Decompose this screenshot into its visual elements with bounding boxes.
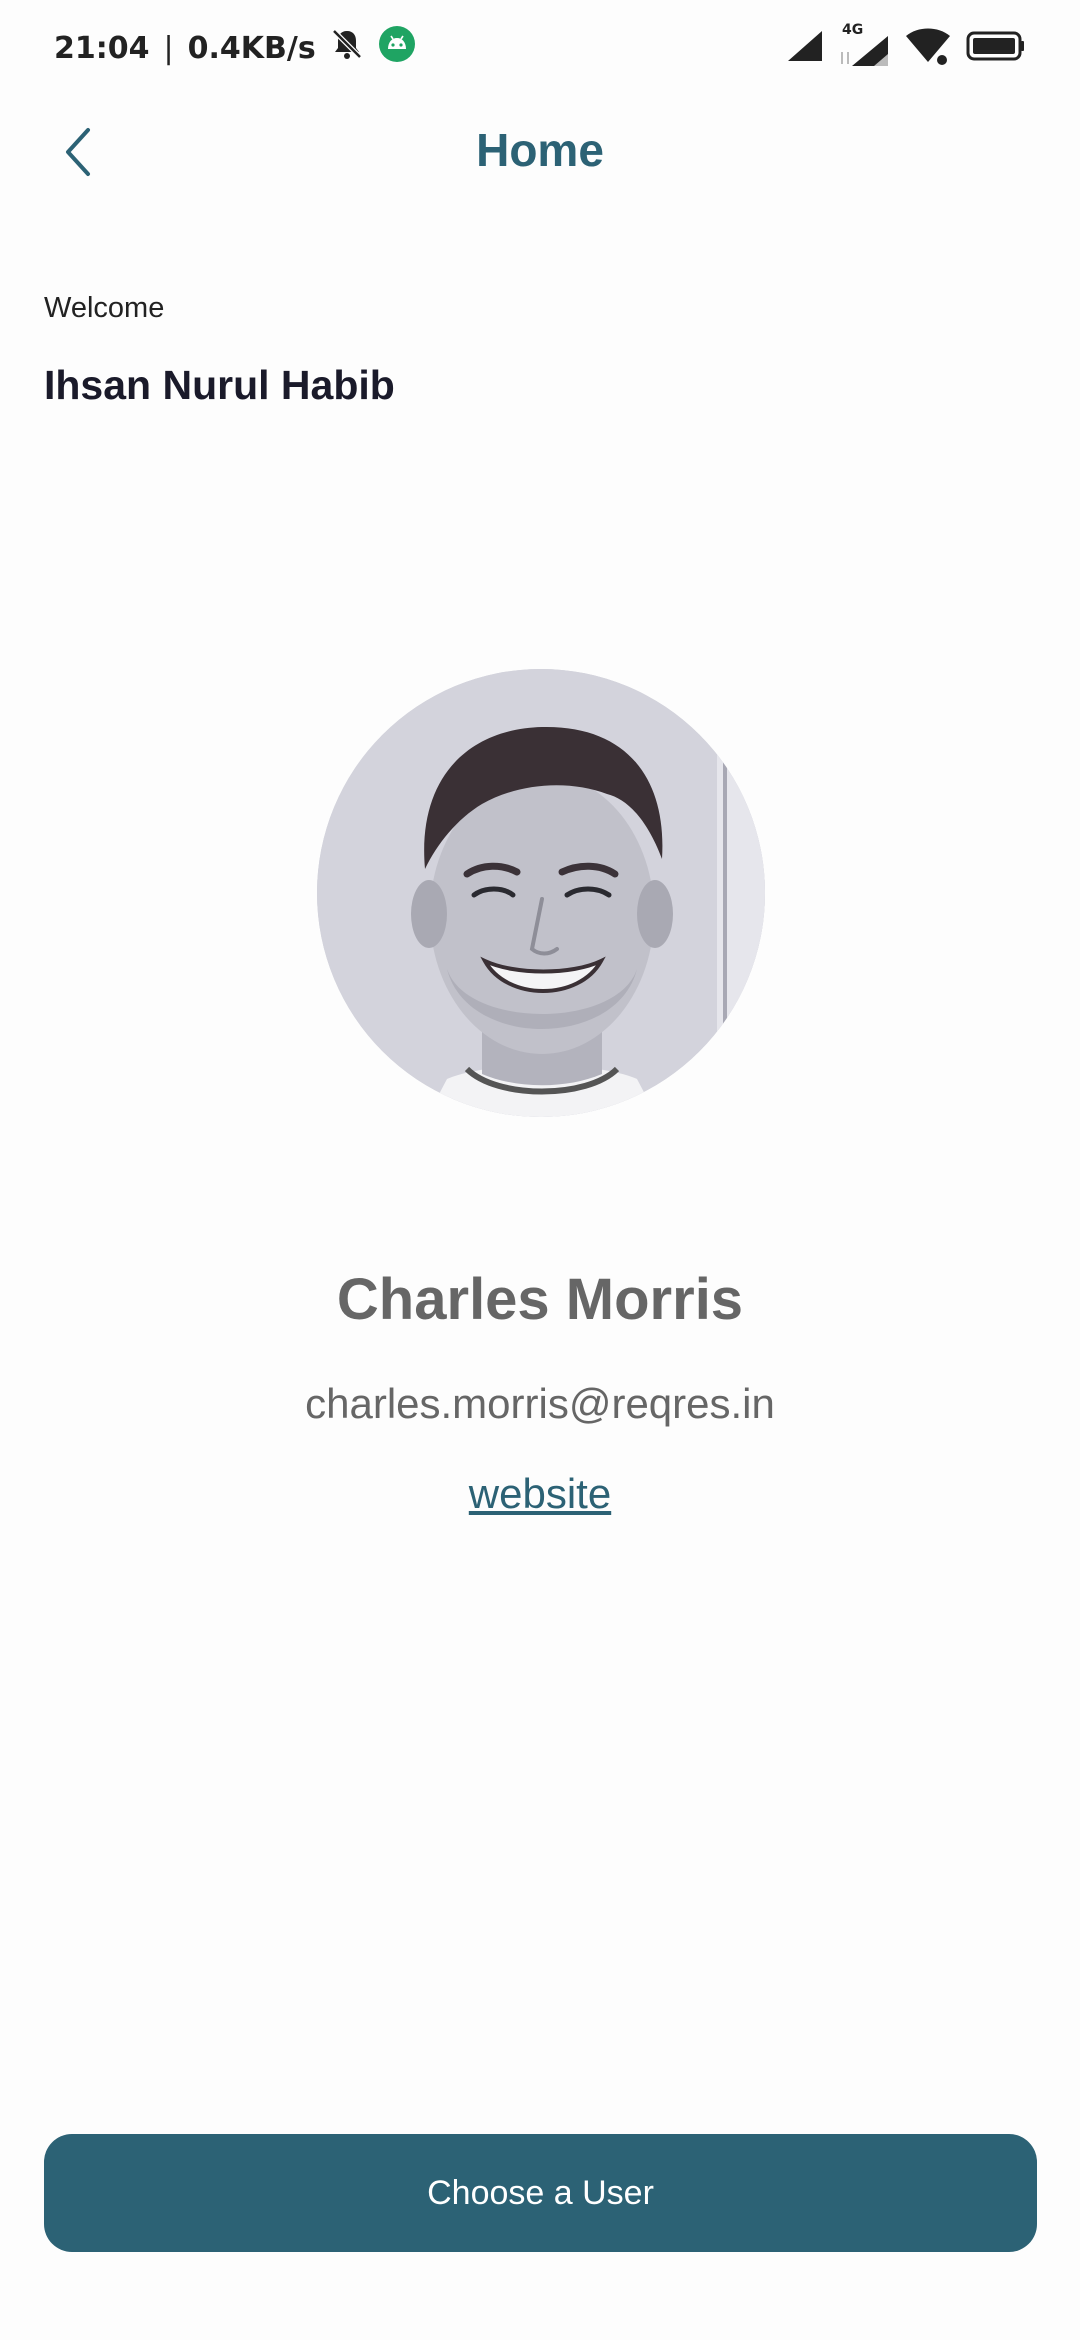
signal-icon [786,29,824,68]
wifi-icon [904,26,952,71]
user-name: Charles Morris [336,1267,744,1332]
choose-user-button[interactable]: Choose a User [44,2134,1037,2252]
status-bar: 21:04 | 0.4KB/s 4G [0,0,1080,96]
network-type-label: 4G [842,22,864,38]
status-separator: | [163,30,174,66]
status-right: 4G [786,22,1026,71]
status-network-speed: 0.4KB/s [187,30,316,66]
welcome-user-name: Ihsan Nurul Habib [44,362,395,408]
avatar [317,669,765,1117]
page-title: Home [476,124,604,176]
status-time: 21:04 [54,30,150,66]
status-left: 21:04 | 0.4KB/s [54,24,416,72]
signal-4g-icon: 4G [838,22,890,68]
welcome-label: Welcome [44,292,165,324]
bell-muted-icon [330,27,364,69]
avatar-photo [317,669,765,1117]
website-link[interactable]: website [0,1470,1080,1518]
battery-icon [966,30,1026,67]
user-email: charles.morris@reqres.in [305,1380,775,1427]
android-icon [378,25,416,71]
